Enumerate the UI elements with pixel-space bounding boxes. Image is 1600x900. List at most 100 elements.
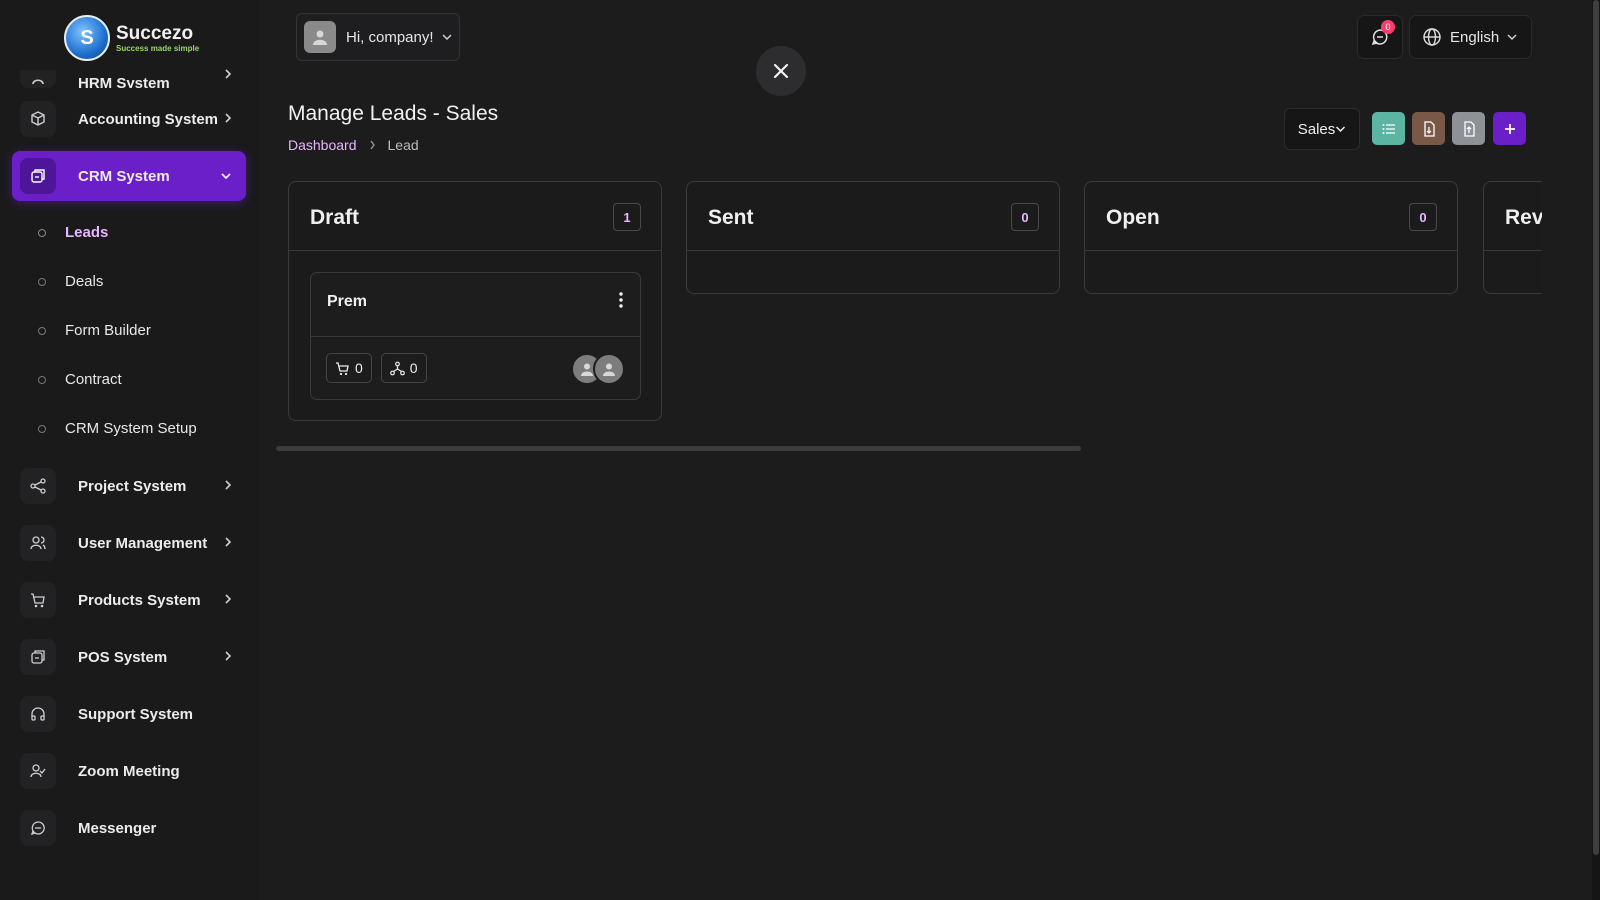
sidebar-item-support-system[interactable]: Support System [12,689,246,739]
breadcrumb-dashboard-link[interactable]: Dashboard [288,137,357,153]
bullet-icon [38,326,46,335]
list-view-button[interactable] [1372,112,1405,145]
sitemap-icon [389,361,405,375]
globe-icon [1423,28,1441,46]
file-import-icon [1423,120,1435,137]
submenu-item-crm-system-setup[interactable]: CRM System Setup [12,404,246,453]
more-vertical-icon[interactable] [618,291,624,309]
bullet-icon [38,228,46,237]
sidebar-item-pos-system[interactable]: POS System [12,632,246,682]
sidebar-item-label: POS System [78,648,168,666]
box-icon [20,101,56,137]
column-count-badge: 1 [613,203,641,231]
lead-products-count: 0 [326,353,372,383]
sidebar-item-messenger[interactable]: Messenger [12,803,246,853]
kanban-column-open: Open 0 [1084,181,1458,294]
sidebar-item-hrm-system[interactable]: HRM System [12,62,246,88]
horizontal-scrollbar[interactable] [276,446,1081,451]
chat-bubble-icon [20,810,56,846]
sidebar-item-label: Accounting System [78,110,219,128]
lead-sources-count: 0 [380,353,427,383]
logo-emblem: S [64,15,110,61]
import-button[interactable] [1412,112,1445,145]
brand-tagline: Success made simple [116,43,200,53]
sidebar-item-label: User Management [78,534,208,552]
chevron-right-icon [225,69,232,79]
column-body [1484,251,1542,293]
chevron-down-icon [442,34,452,41]
column-body [1085,251,1457,293]
page-title: Manage Leads - Sales [288,102,499,125]
submenu-item-form-builder[interactable]: Form Builder [12,306,246,355]
bullet-icon [38,424,46,433]
lead-card-footer: 0 0 [311,337,640,399]
chevron-right-icon [225,480,232,490]
brand-name: Succezo [116,22,194,44]
breadcrumb: Dashboard Lead [288,137,419,153]
sidebar-item-user-management[interactable]: User Management [12,518,246,568]
column-body: Prem 0 0 [289,272,661,400]
sidebar-item-accounting-system[interactable]: Accounting System [12,94,246,144]
sidebar-item-label: Project System [78,477,187,495]
share-nodes-icon [20,468,56,504]
scrollbar-thumb[interactable] [1593,0,1599,855]
bullet-icon [38,277,46,286]
pipeline-select-value: Sales [1297,120,1336,138]
lead-card-title[interactable]: Prem [327,293,367,311]
column-title: Open [1106,206,1160,229]
sidebar-item-label: HRM System [78,75,170,88]
lead-card-header: Prem [311,273,640,337]
column-body [687,251,1059,293]
close-button[interactable] [756,46,806,96]
language-selector[interactable]: English [1409,15,1532,59]
submenu-item-deals[interactable]: Deals [12,257,246,306]
submenu-label: Leads [65,224,109,241]
lead-card[interactable]: Prem 0 0 [310,272,641,400]
sidebar-item-label: CRM System [78,167,170,185]
sidebar-item-zoom-meeting[interactable]: Zoom Meeting [12,746,246,796]
brand-logo[interactable]: S Succezo Success made simple [64,15,199,61]
user-greeting: Hi, company! [346,28,434,46]
sidebar-item-crm-system[interactable]: CRM System [12,151,246,201]
column-count-badge: 0 [1011,203,1039,231]
chevron-down-icon [221,173,231,180]
pipeline-select[interactable]: Sales [1284,108,1360,150]
chevron-down-icon [1507,34,1517,41]
avatar[interactable] [593,353,625,385]
kanban-column-revised: Revi [1483,181,1542,294]
avatar [304,21,336,53]
list-icon [1382,123,1395,134]
language-label: English [1450,28,1500,46]
bullet-icon [38,375,46,384]
column-header: Draft 1 [289,182,661,251]
vertical-scrollbar[interactable] [1592,0,1600,900]
user-menu-button[interactable]: Hi, company! [296,13,460,61]
sidebar-menu: HRM System Accounting System CRM System … [12,62,246,860]
close-icon [773,63,789,79]
pos-icon [20,639,56,675]
column-header: Open 0 [1085,182,1457,251]
submenu-label: Form Builder [65,322,151,339]
headphones-icon [20,696,56,732]
column-title: Revi [1505,206,1542,229]
chevron-right-icon [225,594,232,604]
chevron-right-icon [225,651,232,661]
sources-count-value: 0 [409,360,418,376]
sidebar-item-label: Support System [78,705,194,723]
lead-assignees [571,353,625,385]
notifications-button[interactable]: 0 [1357,15,1403,59]
submenu-item-contract[interactable]: Contract [12,355,246,404]
column-count-badge: 0 [1409,203,1437,231]
kanban-column-sent: Sent 0 [686,181,1060,294]
sidebar-item-label: Zoom Meeting [78,762,180,780]
sidebar-item-project-system[interactable]: Project System [12,461,246,511]
user-check-icon [20,753,56,789]
submenu-item-leads[interactable]: Leads [12,208,246,257]
chevron-right-icon [369,140,375,150]
export-button[interactable] [1452,112,1485,145]
add-lead-button[interactable] [1493,112,1526,145]
chevron-right-icon [225,537,232,547]
sidebar-item-products-system[interactable]: Products System [12,575,246,625]
cart-icon [336,361,349,375]
notification-badge: 0 [1381,20,1395,34]
